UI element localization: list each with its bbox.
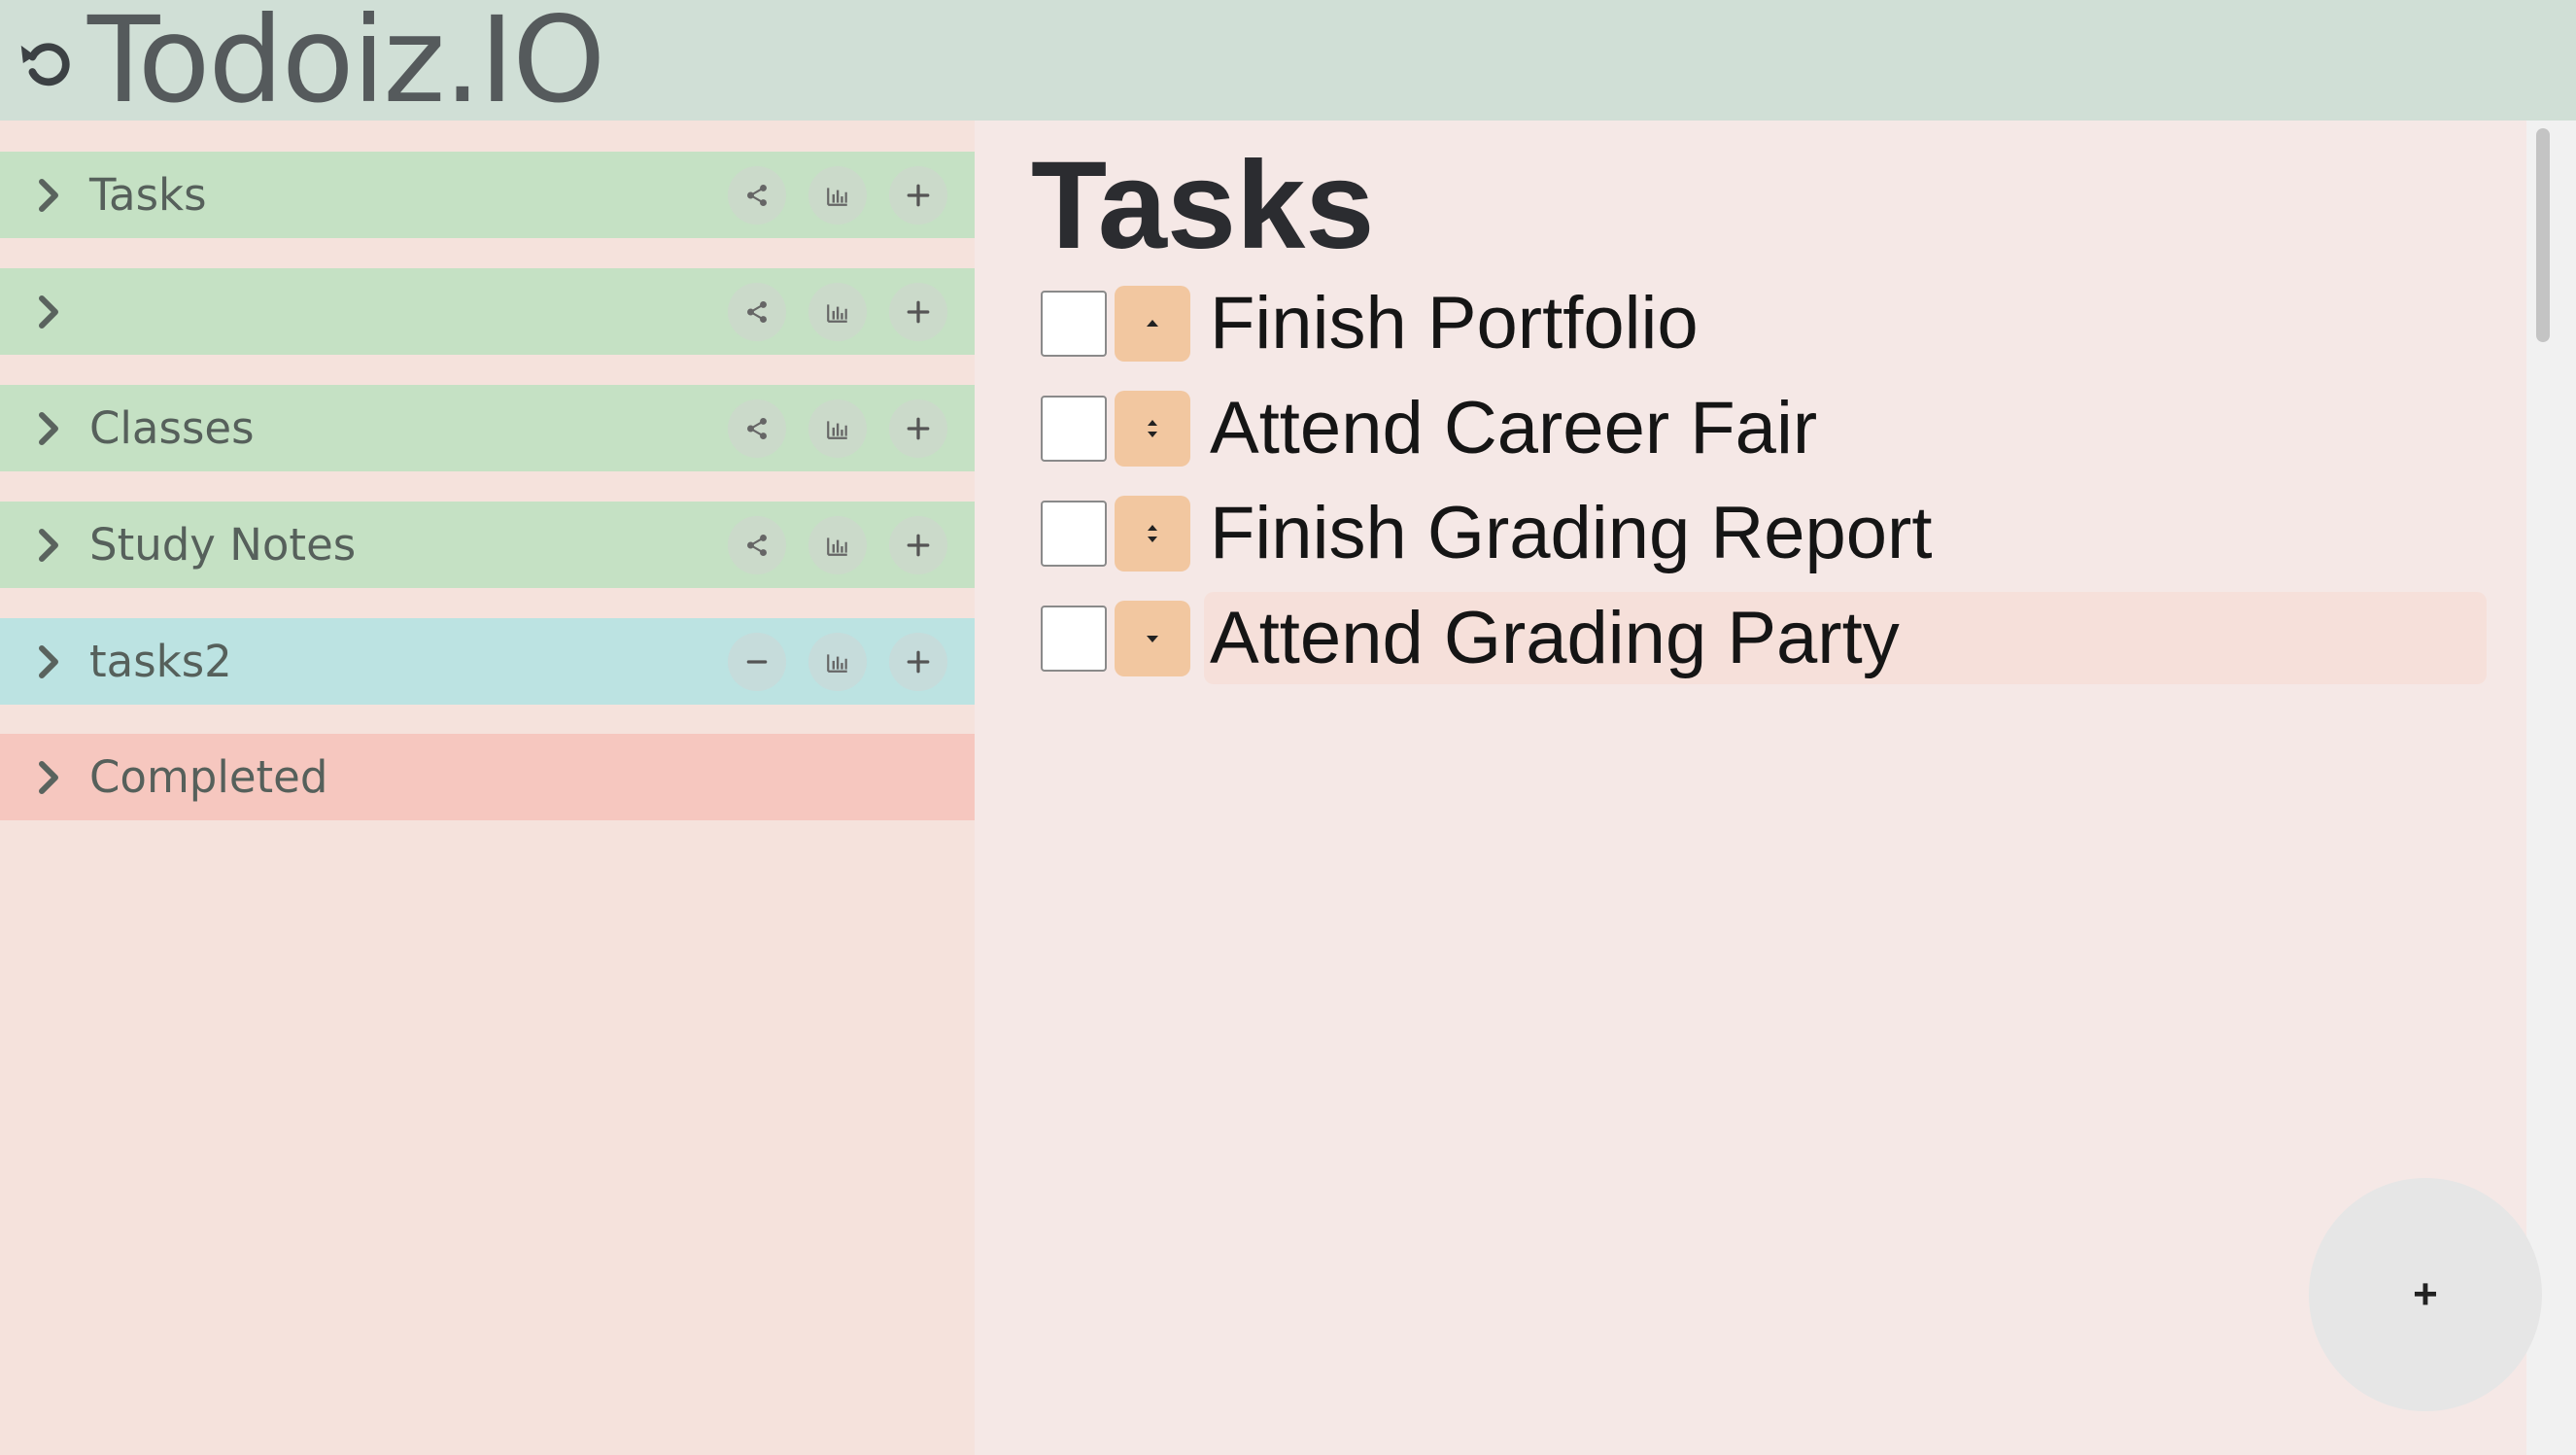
add-task-plus-icon[interactable] <box>889 632 947 691</box>
chart-icon[interactable] <box>808 632 867 691</box>
task-item: Attend Career Fair <box>1041 382 1823 474</box>
chevron-right-icon[interactable] <box>29 633 68 691</box>
app-header: Todoiz.IO <box>0 0 2576 121</box>
task-text[interactable]: Finish Portfolio <box>1204 277 1704 369</box>
scrollbar-thumb[interactable] <box>2536 128 2550 342</box>
add-task-plus-icon[interactable] <box>889 515 947 574</box>
task-item: Finish Portfolio <box>1041 277 1704 369</box>
chart-icon[interactable] <box>808 398 867 458</box>
share-icon[interactable] <box>728 282 786 341</box>
task-checkbox[interactable] <box>1041 500 1107 567</box>
chevron-right-icon[interactable] <box>29 283 68 341</box>
sidebar-list-label: Tasks <box>89 169 207 221</box>
task-checkbox[interactable] <box>1041 290 1107 357</box>
minus-icon[interactable] <box>728 632 786 691</box>
priority-move-button[interactable] <box>1115 390 1190 467</box>
task-checkbox[interactable] <box>1041 395 1107 462</box>
sidebar-list-label: Study Notes <box>89 519 357 571</box>
add-task-plus-icon[interactable] <box>889 165 947 225</box>
task-text[interactable]: Attend Grading Party <box>1204 592 2487 684</box>
page-title: Tasks <box>1031 136 1375 275</box>
task-item: Finish Grading Report <box>1041 487 1938 579</box>
add-task-plus-icon[interactable] <box>889 398 947 458</box>
chevron-right-icon[interactable] <box>29 516 68 574</box>
sidebar-list-tasks[interactable]: Tasks <box>0 152 975 238</box>
chart-icon[interactable] <box>808 165 867 225</box>
sidebar-list-completed[interactable]: Completed <box>0 734 975 820</box>
arrow-down-icon <box>1147 635 1158 642</box>
sidebar-list-classes[interactable]: Classes <box>0 385 975 471</box>
arrow-up-icon <box>1147 319 1158 327</box>
chart-icon[interactable] <box>808 282 867 341</box>
share-icon[interactable] <box>728 165 786 225</box>
sidebar-list-tasks2[interactable]: tasks2 <box>0 618 975 705</box>
sidebar: Tasks Classes Study Notes tasks2 Complet… <box>0 121 975 1455</box>
task-text[interactable]: Finish Grading Report <box>1204 487 1938 579</box>
task-checkbox[interactable] <box>1041 605 1107 672</box>
sidebar-list-label: tasks2 <box>89 636 232 687</box>
task-item: Attend Grading Party <box>1041 592 2487 684</box>
sidebar-list-untitled[interactable] <box>0 268 975 355</box>
chevron-right-icon[interactable] <box>29 399 68 458</box>
share-icon[interactable] <box>728 515 786 574</box>
arrows-up-down-icon <box>1148 419 1157 437</box>
add-task-plus-icon[interactable] <box>889 282 947 341</box>
add-task-button[interactable]: + <box>2309 1178 2542 1411</box>
task-panel: Tasks Finish Portfolio Attend Career Fai… <box>975 121 2526 1455</box>
arrows-up-down-icon <box>1148 524 1157 542</box>
sidebar-list-study-notes[interactable]: Study Notes <box>0 502 975 588</box>
sidebar-list-label: Completed <box>89 751 328 803</box>
share-icon[interactable] <box>728 398 786 458</box>
undo-icon[interactable] <box>10 29 78 97</box>
chart-icon[interactable] <box>808 515 867 574</box>
task-text[interactable]: Attend Career Fair <box>1204 382 1823 474</box>
priority-up-button[interactable] <box>1115 285 1190 362</box>
priority-move-button[interactable] <box>1115 495 1190 572</box>
sidebar-list-label: Classes <box>89 402 255 454</box>
priority-down-button[interactable] <box>1115 600 1190 676</box>
app-title: Todoiz.IO <box>87 0 605 129</box>
chevron-right-icon[interactable] <box>29 748 68 807</box>
chevron-right-icon[interactable] <box>29 166 68 225</box>
